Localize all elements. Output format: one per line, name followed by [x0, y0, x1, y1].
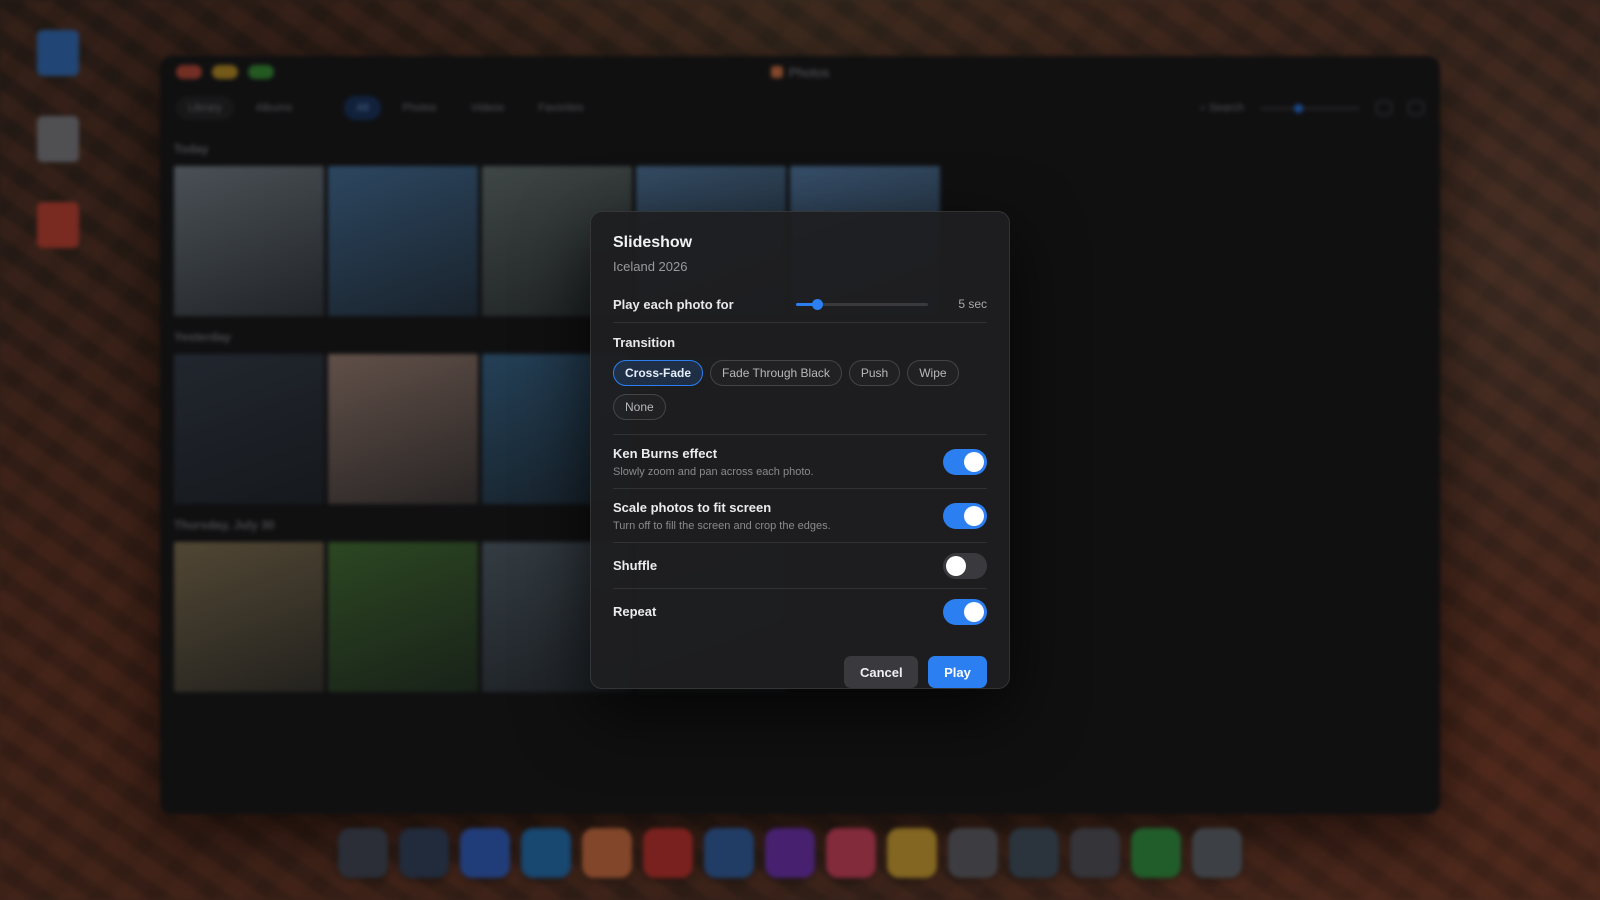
slideshow-dialog: Slideshow Iceland 2026 Play each photo f… — [590, 211, 1010, 689]
toggle-knob — [946, 555, 966, 576]
toggle-knob — [964, 505, 984, 526]
transition-chip-none[interactable]: None — [613, 394, 666, 420]
option-row: Scale photos to fit screen Turn off to fi… — [613, 489, 987, 542]
option-text: Ken Burns effect Slowly zoom and pan acro… — [613, 446, 814, 478]
option-text: Repeat — [613, 604, 656, 619]
dialog-title: Slideshow — [613, 234, 693, 251]
divider — [613, 322, 987, 323]
option-description: Turn off to fill the screen and crop the… — [613, 519, 831, 532]
shuffle-toggle[interactable] — [943, 552, 987, 579]
duration-row: Play each photo for 5 sec — [613, 294, 987, 314]
cancel-button[interactable]: Cancel — [844, 656, 918, 688]
slideshow-options: Ken Burns effect Slowly zoom and pan acro… — [613, 435, 987, 634]
scale-photos-to-fit-screen-toggle[interactable] — [943, 502, 987, 529]
duration-value: 5 sec — [958, 297, 987, 311]
repeat-toggle[interactable] — [943, 598, 987, 625]
option-title: Shuffle — [613, 558, 658, 573]
option-title: Scale photos to fit screen — [613, 499, 772, 515]
option-text: Shuffle — [613, 558, 657, 573]
option-description: Slowly zoom and pan across each photo. — [613, 465, 814, 478]
ken-burns-effect-toggle[interactable] — [943, 448, 987, 475]
transition-label: Transition — [613, 335, 676, 350]
option-title: Ken Burns effect — [613, 445, 718, 461]
transition-chip-wipe[interactable]: Wipe — [907, 360, 959, 386]
option-row: Ken Burns effect Slowly zoom and pan acro… — [613, 435, 987, 488]
duration-slider[interactable] — [796, 298, 929, 310]
option-title: Repeat — [613, 604, 657, 619]
duration-label: Play each photo for — [613, 296, 734, 312]
option-row: Shuffle — [613, 543, 987, 588]
duration-slider-knob[interactable] — [812, 298, 824, 310]
transition-chip-push[interactable]: Push — [848, 360, 901, 386]
transition-chip-fade-through-black[interactable]: Fade Through Black — [710, 360, 842, 386]
play-button[interactable]: Play — [928, 656, 987, 688]
toggle-knob — [964, 451, 984, 472]
option-text: Scale photos to fit screen Turn off to fi… — [613, 500, 831, 532]
transition-chip-cross-fade[interactable]: Cross-Fade — [613, 360, 704, 386]
dialog-subtitle: Iceland 2026 — [613, 259, 688, 274]
transition-options: Cross-Fade Fade Through Black Push Wipe None — [613, 360, 983, 420]
dialog-buttons: Cancel Play — [613, 656, 987, 688]
toggle-knob — [964, 601, 984, 622]
option-row: Repeat — [613, 589, 987, 634]
